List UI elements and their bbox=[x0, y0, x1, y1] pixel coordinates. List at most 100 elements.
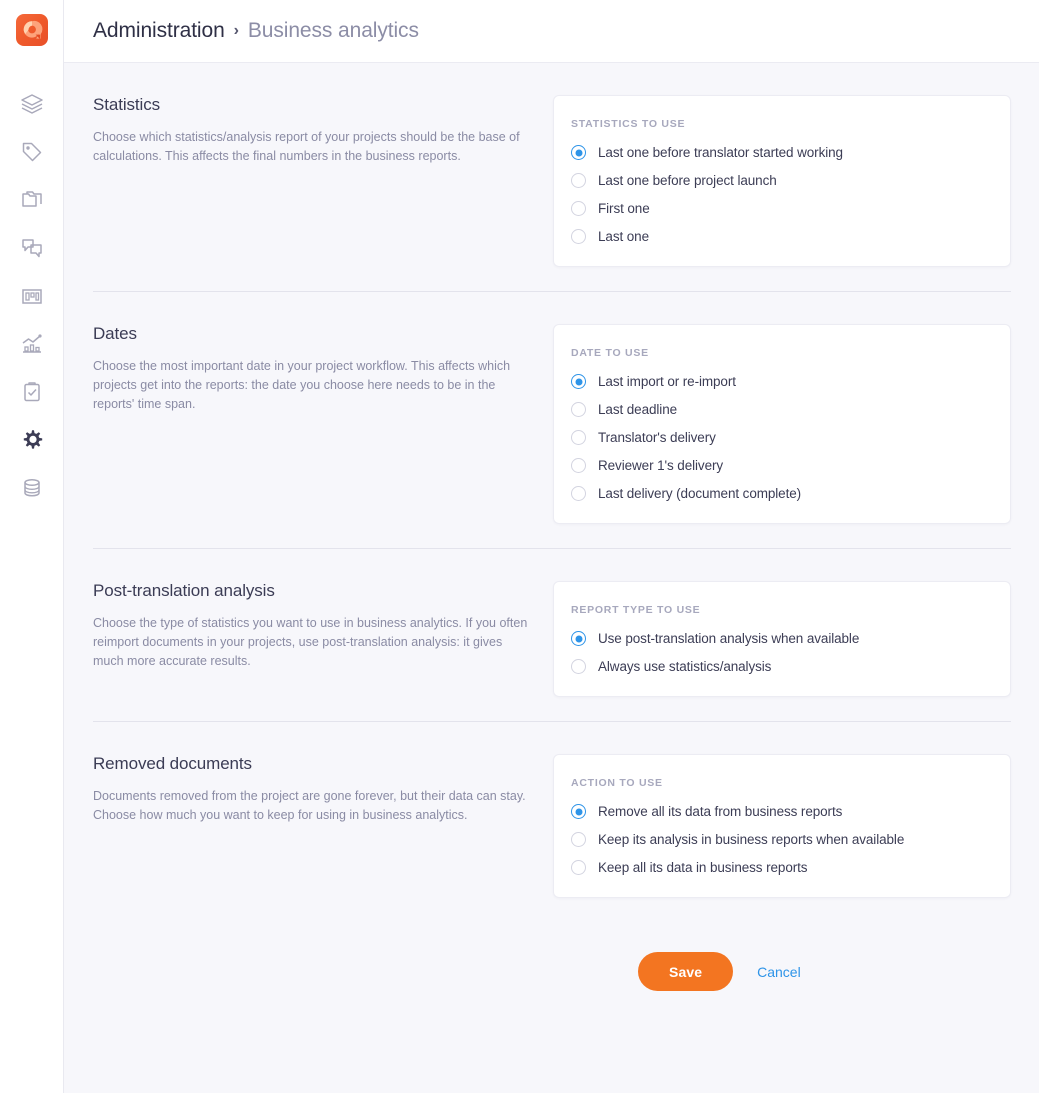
database-icon bbox=[23, 478, 40, 497]
layers-icon bbox=[20, 94, 43, 114]
radio-label: First one bbox=[598, 201, 650, 216]
panel-label: ACTION TO USE bbox=[571, 777, 663, 789]
sidebar-item-storage[interactable] bbox=[8, 464, 56, 512]
radio-indicator[interactable] bbox=[571, 832, 586, 847]
radio-indicator[interactable] bbox=[571, 486, 586, 501]
section-description: Choose the most important date in your p… bbox=[93, 359, 511, 411]
radio-label: Keep all its data in business reports bbox=[598, 860, 808, 875]
radio-indicator[interactable] bbox=[571, 860, 586, 875]
section-description-column: Post-translation analysis Choose the typ… bbox=[93, 581, 553, 671]
section-title: Removed documents bbox=[93, 754, 252, 773]
form-actions: Save Cancel bbox=[93, 922, 1011, 991]
sidebar-item-business-analytics[interactable] bbox=[8, 320, 56, 368]
section-title: Post-translation analysis bbox=[93, 581, 275, 600]
sidebar-nav bbox=[8, 80, 56, 512]
section-description-column: Removed documents Documents removed from… bbox=[93, 754, 553, 825]
section-description-column: Dates Choose the most important date in … bbox=[93, 324, 553, 414]
sidebar-item-communication[interactable] bbox=[8, 224, 56, 272]
section-description: Choose which statistics/analysis report … bbox=[93, 130, 520, 163]
radio-label: Last delivery (document complete) bbox=[598, 486, 802, 501]
gear-icon bbox=[23, 430, 42, 449]
analytics-icon bbox=[22, 334, 42, 353]
sidebar-item-projects[interactable] bbox=[8, 176, 56, 224]
radio-option[interactable]: Use post-translation analysis when avail… bbox=[571, 631, 990, 646]
panel-label: DATE TO USE bbox=[571, 347, 649, 359]
radio-indicator[interactable] bbox=[571, 374, 586, 389]
radio-label: Last one bbox=[598, 229, 649, 244]
radio-label: Use post-translation analysis when avail… bbox=[598, 631, 860, 646]
post-translation-panel: REPORT TYPE TO USE Use post-translation … bbox=[553, 581, 1011, 697]
radio-option[interactable]: Last one before project launch bbox=[571, 173, 990, 188]
section-options-column: REPORT TYPE TO USE Use post-translation … bbox=[553, 581, 1011, 697]
radio-indicator[interactable] bbox=[571, 804, 586, 819]
section-description: Choose the type of statistics you want t… bbox=[93, 616, 528, 668]
sidebar-item-tags[interactable] bbox=[8, 128, 56, 176]
radio-option[interactable]: Keep its analysis in business reports wh… bbox=[571, 832, 990, 847]
radio-indicator[interactable] bbox=[571, 201, 586, 216]
panel-label: REPORT TYPE TO USE bbox=[571, 604, 701, 616]
radio-indicator[interactable] bbox=[571, 173, 586, 188]
breadcrumb: Administration › Business analytics bbox=[93, 19, 419, 43]
radio-indicator[interactable] bbox=[571, 430, 586, 445]
radio-option[interactable]: Translator's delivery bbox=[571, 430, 990, 445]
radio-indicator[interactable] bbox=[571, 229, 586, 244]
radio-indicator[interactable] bbox=[571, 145, 586, 160]
radio-option[interactable]: Last import or re-import bbox=[571, 374, 990, 389]
breadcrumb-current: Business analytics bbox=[247, 19, 419, 42]
radio-option[interactable]: Always use statistics/analysis bbox=[571, 659, 990, 674]
sidebar-item-resources[interactable] bbox=[8, 272, 56, 320]
clipboard-check-icon bbox=[23, 382, 40, 402]
panel-label: STATISTICS TO USE bbox=[571, 118, 686, 130]
sidebar-item-tasks[interactable] bbox=[8, 368, 56, 416]
section-title: Dates bbox=[93, 324, 137, 343]
radio-option[interactable]: Last deadline bbox=[571, 402, 990, 417]
section-description: Documents removed from the project are g… bbox=[93, 789, 526, 822]
section-dates: Dates Choose the most important date in … bbox=[93, 292, 1011, 549]
radio-option[interactable]: Reviewer 1's delivery bbox=[571, 458, 990, 473]
breadcrumb-root[interactable]: Administration bbox=[93, 19, 225, 43]
bar-chart-icon bbox=[21, 289, 42, 304]
radio-option[interactable]: Last one bbox=[571, 229, 990, 244]
page-title: Statistics bbox=[93, 95, 161, 114]
radio-label: Reviewer 1's delivery bbox=[598, 458, 724, 473]
settings-content: Statistics Choose which statistics/analy… bbox=[64, 63, 1039, 1093]
radio-indicator[interactable] bbox=[571, 659, 586, 674]
radio-option[interactable]: Last one before translator started worki… bbox=[571, 145, 990, 160]
logo-glyph bbox=[23, 20, 42, 40]
app-root: Administration › Business analytics Stat… bbox=[0, 0, 1039, 1093]
radio-indicator[interactable] bbox=[571, 402, 586, 417]
dates-panel: DATE TO USE Last import or re-import Las… bbox=[553, 324, 1011, 524]
memoq-logo[interactable] bbox=[15, 14, 48, 46]
radio-label: Last deadline bbox=[598, 402, 678, 417]
radio-option[interactable]: Remove all its data from business report… bbox=[571, 804, 990, 819]
section-description-column: Statistics Choose which statistics/analy… bbox=[93, 95, 553, 166]
radio-label: Translator's delivery bbox=[598, 430, 716, 445]
section-options-column: ACTION TO USE Remove all its data from b… bbox=[553, 754, 1011, 898]
sidebar bbox=[0, 0, 64, 1093]
section-statistics: Statistics Choose which statistics/analy… bbox=[93, 63, 1011, 292]
radio-option[interactable]: Last delivery (document complete) bbox=[571, 486, 990, 501]
main-area: Administration › Business analytics Stat… bbox=[64, 0, 1039, 1093]
top-bar: Administration › Business analytics bbox=[64, 0, 1039, 63]
sidebar-item-layers[interactable] bbox=[8, 80, 56, 128]
save-button[interactable]: Save bbox=[638, 952, 734, 991]
radio-indicator[interactable] bbox=[571, 458, 586, 473]
chat-bubbles-icon bbox=[21, 239, 42, 258]
radio-label: Keep its analysis in business reports wh… bbox=[598, 832, 905, 847]
sidebar-item-administration[interactable] bbox=[8, 416, 56, 464]
radio-label: Last one before project launch bbox=[598, 173, 777, 188]
tag-icon bbox=[22, 142, 41, 162]
section-post-translation-analysis: Post-translation analysis Choose the typ… bbox=[93, 549, 1011, 722]
breadcrumb-separator-icon: › bbox=[233, 22, 239, 39]
radio-option[interactable]: Keep all its data in business reports bbox=[571, 860, 990, 875]
section-removed-documents: Removed documents Documents removed from… bbox=[93, 722, 1011, 922]
statistics-panel: STATISTICS TO USE Last one before transl… bbox=[553, 95, 1011, 267]
cancel-button[interactable]: Cancel bbox=[757, 964, 801, 980]
section-options-column: STATISTICS TO USE Last one before transl… bbox=[553, 95, 1011, 267]
removed-documents-panel: ACTION TO USE Remove all its data from b… bbox=[553, 754, 1011, 898]
radio-indicator[interactable] bbox=[571, 631, 586, 646]
radio-option[interactable]: First one bbox=[571, 201, 990, 216]
section-options-column: DATE TO USE Last import or re-import Las… bbox=[553, 324, 1011, 524]
radio-label: Always use statistics/analysis bbox=[598, 659, 772, 674]
folders-icon bbox=[21, 191, 42, 207]
